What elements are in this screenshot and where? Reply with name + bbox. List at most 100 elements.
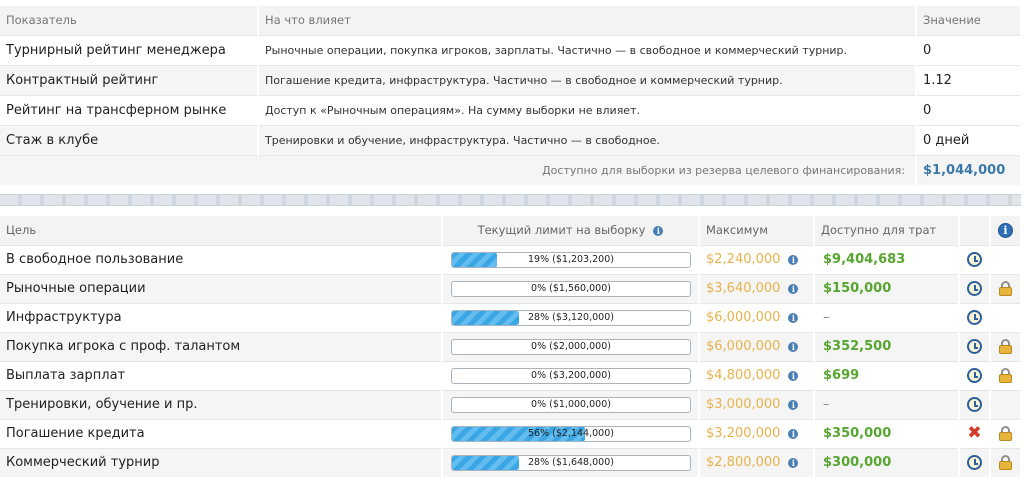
goal-row: Тренировки, обучение и пр. 0% ($1,000,000…	[0, 389, 1022, 419]
goal-name: Покупка игрока с проф. талантом	[0, 331, 443, 361]
goal-lock-cell	[990, 273, 1022, 303]
goal-action-cell[interactable]	[959, 331, 991, 361]
info-icon[interactable]: i	[788, 341, 799, 352]
goal-max: $6,000,000	[706, 310, 781, 325]
info-icon[interactable]: i	[788, 370, 799, 381]
goal-max: $3,640,000	[706, 281, 781, 296]
goal-max-cell: $2,240,000 i	[699, 244, 815, 274]
header-info: i	[990, 216, 1022, 245]
rating-name: Контрактный рейтинг	[0, 64, 259, 95]
rating-name: Турнирный рейтинг менеджера	[0, 34, 259, 65]
clock-icon[interactable]	[967, 397, 982, 412]
goal-available: $300,000	[814, 447, 960, 477]
goal-row: Рыночные операции 0% ($1,560,000) $3,640,0…	[0, 273, 1022, 303]
lock-icon	[999, 455, 1012, 471]
reserve-value: $1,044,000	[916, 154, 1022, 185]
goal-available: –	[814, 389, 960, 419]
limit-progress-text: 28% ($3,120,000)	[528, 311, 614, 323]
clock-icon[interactable]	[967, 310, 982, 325]
goal-action-cell[interactable]: ✖	[959, 418, 991, 448]
rating-row: Рейтинг на трансферном рынке Доступ к «Р…	[0, 94, 1022, 125]
goal-available: –	[814, 302, 960, 332]
goal-available: $350,000	[814, 418, 960, 448]
goal-max-cell: $6,000,000 i	[699, 302, 815, 332]
header-limit-label: Текущий лимит на выборку	[477, 223, 646, 238]
goal-action-cell[interactable]	[959, 447, 991, 477]
goal-lock-cell	[990, 447, 1022, 477]
info-icon[interactable]: i	[788, 457, 799, 468]
header-value: Значение	[916, 6, 1022, 35]
limit-progress-bar: 28% ($3,120,000)	[451, 309, 691, 326]
goal-action-cell[interactable]	[959, 302, 991, 332]
clock-icon[interactable]	[967, 252, 982, 267]
goal-max: $2,240,000	[706, 252, 781, 267]
limit-progress-bar: 28% ($1,648,000)	[451, 454, 691, 471]
clock-icon[interactable]	[967, 281, 982, 296]
limit-progress-text: 0% ($3,200,000)	[531, 369, 611, 381]
goal-max-cell: $4,800,000 i	[699, 360, 815, 390]
limit-progress-text: 28% ($1,648,000)	[528, 456, 614, 468]
limit-progress-bar: 0% ($2,000,000)	[451, 338, 691, 355]
info-icon[interactable]: i	[998, 222, 1013, 238]
goal-lock-cell	[990, 360, 1022, 390]
rating-affects: Рыночные операции, покупка игроков, зарп…	[258, 34, 917, 65]
info-icon[interactable]: i	[653, 225, 664, 236]
cancel-icon[interactable]: ✖	[967, 425, 981, 442]
clock-icon[interactable]	[967, 455, 982, 471]
goal-max: $3,200,000	[706, 426, 781, 441]
goal-max: $6,000,000	[706, 339, 781, 354]
goal-max-cell: $3,000,000 i	[699, 389, 815, 419]
ratings-table: Показатель На что влияет Значение Турнир…	[0, 6, 1022, 185]
limit-progress-bar: 0% ($1,000,000)	[451, 396, 691, 413]
lock-icon	[999, 368, 1012, 383]
goal-limit-cell: 0% ($1,000,000)	[442, 389, 700, 419]
goal-limit-cell: 0% ($2,000,000)	[442, 331, 700, 361]
goal-row: В свободное пользование 19% ($1,203,200) $…	[0, 244, 1022, 274]
rating-row: Стаж в клубе Тренировки и обучение, инфр…	[0, 124, 1022, 155]
goal-name: Тренировки, обучение и пр.	[0, 389, 443, 419]
goal-limit-cell: 19% ($1,203,200)	[442, 244, 700, 274]
limit-progress-text: 0% ($1,560,000)	[531, 282, 611, 294]
goal-row: Коммерческий турнир 28% ($1,648,000) $2,80…	[0, 447, 1022, 477]
goal-lock-cell	[990, 418, 1022, 448]
reserve-footer-row: Доступно для выборки из резерва целевого…	[0, 154, 1022, 185]
goal-available: $9,404,683	[814, 244, 960, 274]
goal-limit-cell: 56% ($2,144,000)	[442, 418, 700, 448]
limit-progress-text: 0% ($1,000,000)	[531, 398, 611, 410]
goal-row: Инфраструктура 28% ($3,120,000) $6,000,000…	[0, 302, 1022, 332]
goals-table: Цель Текущий лимит на выборку i Максимум …	[0, 216, 1022, 477]
lock-icon	[999, 426, 1012, 441]
goal-action-cell[interactable]	[959, 273, 991, 303]
goal-action-cell[interactable]	[959, 360, 991, 390]
goal-lock-cell	[990, 331, 1022, 361]
goal-limit-cell: 28% ($3,120,000)	[442, 302, 700, 332]
rating-affects: Погашение кредита, инфраструктура. Части…	[258, 64, 917, 95]
goal-max-cell: $6,000,000 i	[699, 331, 815, 361]
goal-lock-cell	[990, 389, 1022, 419]
lock-icon	[999, 281, 1012, 296]
info-icon[interactable]: i	[788, 428, 799, 439]
header-goal: Цель	[0, 216, 443, 245]
goal-row: Погашение кредита 56% ($2,144,000) $3,200,…	[0, 418, 1022, 448]
limit-progress-bar: 0% ($1,560,000)	[451, 280, 691, 297]
info-icon[interactable]: i	[788, 312, 799, 323]
info-icon[interactable]: i	[788, 399, 799, 410]
goal-row: Покупка игрока с проф. талантом 0% ($2,00…	[0, 331, 1022, 361]
rating-row: Турнирный рейтинг менеджера Рыночные опе…	[0, 34, 1022, 65]
goal-action-cell[interactable]	[959, 389, 991, 419]
clock-icon[interactable]	[967, 339, 982, 354]
goal-name: Погашение кредита	[0, 418, 443, 448]
limit-progress-text: 56% ($2,144,000)	[528, 427, 614, 439]
info-icon[interactable]: i	[788, 254, 799, 265]
goal-limit-cell: 0% ($3,200,000)	[442, 360, 700, 390]
goal-name: Рыночные операции	[0, 273, 443, 303]
clock-icon[interactable]	[967, 368, 982, 383]
goal-action-cell[interactable]	[959, 244, 991, 274]
header-affects: На что влияет	[258, 6, 917, 35]
goal-name: Коммерческий турнир	[0, 447, 443, 477]
info-icon[interactable]: i	[788, 283, 799, 294]
limit-progress-bar: 19% ($1,203,200)	[451, 251, 691, 268]
rating-value: 0	[916, 94, 1022, 125]
rating-value: 0	[916, 34, 1022, 65]
goal-max-cell: $2,800,000 i	[699, 447, 815, 477]
